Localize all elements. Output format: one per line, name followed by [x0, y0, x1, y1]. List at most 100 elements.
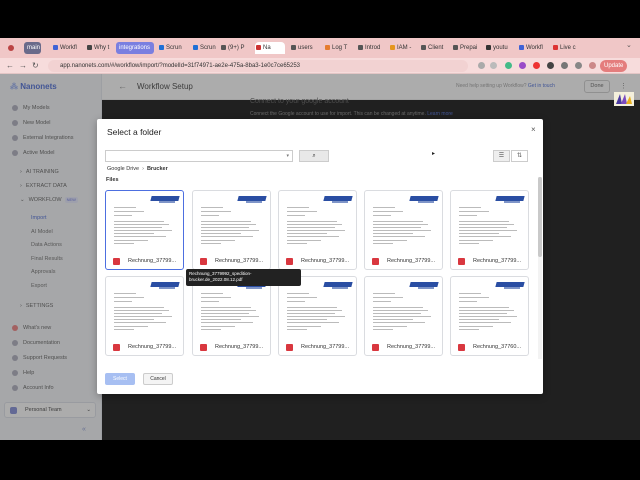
tab-label: youtu [493, 45, 508, 51]
browser-tab[interactable]: Na [255, 42, 285, 54]
browser-tab-strip: main Workfl Why t integrations Scrun Scrun (9+… [0, 38, 640, 58]
browser-tab[interactable]: IAM - [389, 42, 417, 54]
update-button[interactable]: Update [600, 60, 628, 72]
tab-label: Na [263, 45, 271, 51]
extension-icon[interactable] [533, 62, 540, 69]
select-button[interactable]: Select [105, 373, 135, 385]
chevron-down-icon[interactable]: ▾ [286, 153, 289, 159]
file-thumbnail [108, 279, 181, 339]
url-field[interactable]: app.nanonets.com/#/workflow/import/?mode… [48, 60, 468, 72]
tab-label: Log T [332, 45, 348, 51]
breadcrumb-root[interactable]: Google Drive [107, 166, 139, 172]
file-tile[interactable]: Rechnung_37799... [278, 190, 357, 270]
sidebar-icon[interactable] [575, 62, 582, 69]
tab-label: Scrun [166, 45, 182, 51]
file-tile-footer: Rechnung_37799... [365, 341, 442, 355]
browser-tab[interactable]: Why t [86, 42, 114, 54]
pdf-icon [286, 258, 293, 265]
browser-tab[interactable]: Introd [357, 42, 385, 54]
cancel-button[interactable]: Cancel [143, 373, 173, 385]
browser-tab[interactable]: Scrun [192, 42, 218, 54]
puzzle-icon[interactable] [561, 62, 568, 69]
tab-favicon-icon [453, 45, 458, 50]
list-icon: ☰ [498, 153, 505, 159]
file-tile[interactable]: Rechnung_37799... [192, 276, 271, 356]
file-tile[interactable]: Rechnung_37799... [278, 276, 357, 356]
extension-icon[interactable] [519, 62, 526, 69]
file-tile-footer: Rechnung_37799... [106, 341, 183, 355]
browser-tab[interactable]: Client [420, 42, 448, 54]
back-icon[interactable]: ← [6, 60, 14, 72]
file-tile-footer: Rechnung_37799... [451, 255, 528, 269]
file-name: Rechnung_37799... [128, 344, 177, 350]
tab-favicon-icon [553, 45, 558, 50]
tab-favicon-icon [291, 45, 296, 50]
list-view-button[interactable]: ☰ [493, 150, 510, 162]
pdf-icon [200, 258, 207, 265]
browser-tab[interactable]: (9+) P [220, 42, 252, 54]
star-icon[interactable] [490, 62, 497, 69]
breadcrumb-current: Brucker [146, 166, 168, 172]
sort-button[interactable]: ⇅ [511, 150, 528, 162]
close-window-icon[interactable] [8, 45, 14, 51]
browser-tab[interactable]: main [24, 42, 41, 54]
reload-icon[interactable]: ↻ [32, 60, 39, 72]
tab-favicon-icon [87, 45, 92, 50]
file-tile[interactable]: Rechnung_37799... [105, 276, 184, 356]
browser-tab[interactable]: Prepai [452, 42, 482, 54]
avatar[interactable] [589, 62, 596, 69]
tab-label: Workfl [60, 45, 77, 51]
chevron-down-icon[interactable]: ⌄ [626, 41, 632, 49]
browser-tab[interactable]: Workfl [518, 42, 548, 54]
file-tile-footer: Rechnung_37799... [365, 255, 442, 269]
pdf-icon [113, 344, 120, 351]
tab-label: Live c [560, 45, 576, 51]
file-tile[interactable]: Rechnung_37760... [450, 276, 529, 356]
select-folder-dialog: Select a folder × ▾ ⌕ ☰ ⇅ Google Drive › B… [97, 119, 543, 394]
browser-tab[interactable]: Log T [324, 42, 352, 54]
file-tile[interactable]: Rechnung_37799... [105, 190, 184, 270]
file-name: Rechnung_37799... [128, 258, 177, 264]
tab-favicon-icon [486, 45, 491, 50]
file-tile[interactable]: Rechnung_37799... [450, 190, 529, 270]
scrollbar[interactable] [538, 177, 542, 359]
browser-tab[interactable]: integrations [116, 42, 154, 54]
tab-label: users [298, 45, 313, 51]
file-tile[interactable]: Rechnung_37799... [192, 190, 271, 270]
browser-tab[interactable]: youtu [485, 42, 515, 54]
file-name: Rechnung_37799... [387, 258, 436, 264]
file-tile[interactable]: Rechnung_37799... [364, 190, 443, 270]
file-name: Rechnung_37799... [301, 258, 350, 264]
browser-tab[interactable]: users [290, 42, 320, 54]
file-thumbnail [367, 279, 440, 339]
browser-tab[interactable]: Live c [552, 42, 582, 54]
pdf-icon [372, 344, 379, 351]
file-tile[interactable]: Rechnung_37799... [364, 276, 443, 356]
extension-icon[interactable] [505, 62, 512, 69]
tab-label: integrations [119, 45, 151, 51]
forward-icon[interactable]: → [19, 60, 27, 72]
tab-label: Client [428, 45, 444, 51]
sort-icon: ⇅ [516, 153, 523, 159]
address-bar: ← → ↻ app.nanonets.com/#/workflow/import… [0, 58, 640, 74]
tab-label: IAM - [397, 45, 412, 51]
scrollbar-thumb[interactable] [538, 177, 542, 257]
tab-label: Introd [365, 45, 381, 51]
extension-icon[interactable] [547, 62, 554, 69]
browser-tab[interactable]: Scrun [158, 42, 188, 54]
tab-favicon-icon [325, 45, 330, 50]
close-icon[interactable]: × [531, 125, 536, 134]
file-name: Rechnung_37760... [473, 344, 522, 350]
pdf-icon [286, 344, 293, 351]
tab-label: (9+) P [228, 45, 245, 51]
search-input[interactable]: ▾ [105, 150, 293, 162]
file-name: Rechnung_37799... [301, 344, 350, 350]
share-icon[interactable] [478, 62, 485, 69]
pdf-icon [458, 258, 465, 265]
mouse-cursor-icon: ▸ [432, 151, 436, 157]
search-button[interactable]: ⌕ [299, 150, 329, 162]
file-name: Rechnung_37799... [215, 344, 264, 350]
tab-favicon-icon [221, 45, 226, 50]
file-tile-footer: Rechnung_37799... [193, 341, 270, 355]
browser-tab[interactable]: Workfl [52, 42, 82, 54]
